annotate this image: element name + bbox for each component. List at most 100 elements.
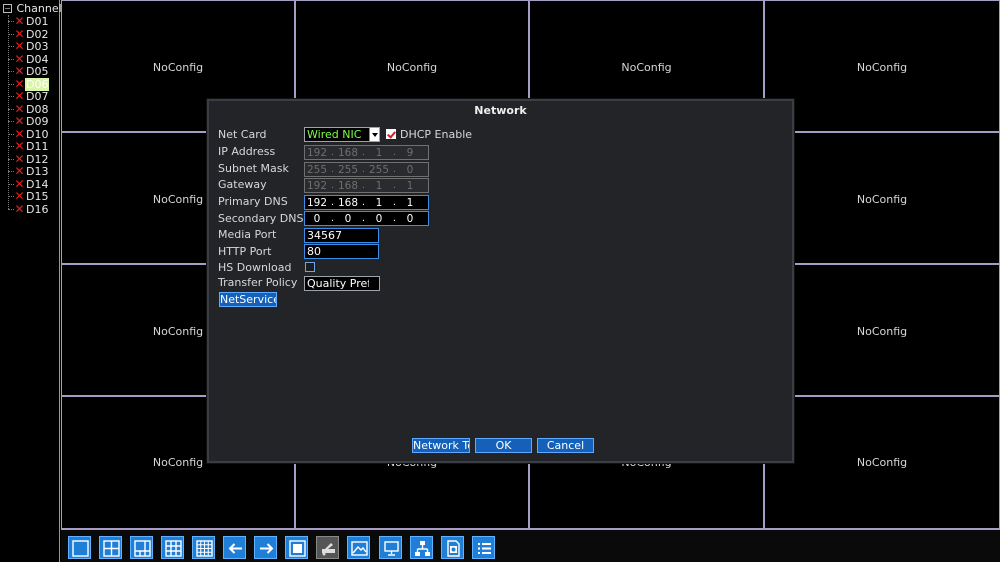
ip-octet[interactable]: 0 bbox=[398, 164, 422, 176]
channel-item-d13[interactable]: ✕D13 bbox=[8, 165, 49, 178]
channel-item-d11[interactable]: ✕D11 bbox=[8, 140, 49, 153]
video-cell[interactable]: NoConfig bbox=[764, 132, 1000, 264]
x-icon: ✕ bbox=[14, 76, 25, 91]
channel-item-d01[interactable]: ✕D01 bbox=[8, 15, 49, 28]
single-view-button[interactable] bbox=[68, 536, 91, 559]
fullscreen-button[interactable] bbox=[285, 536, 308, 559]
next-arrow-button[interactable] bbox=[254, 536, 277, 559]
ip-octet[interactable]: 0 bbox=[367, 213, 391, 225]
previous-arrow-button[interactable] bbox=[223, 536, 246, 559]
media-port-input[interactable]: 34567 bbox=[304, 228, 379, 243]
ip-octet[interactable]: 1 bbox=[367, 147, 391, 159]
x-icon: ✕ bbox=[14, 51, 25, 66]
sixteen-view-icon bbox=[196, 540, 213, 557]
network-test-button[interactable]: Network Tes bbox=[412, 438, 470, 453]
dhcp-enable-label: DHCP Enable bbox=[400, 128, 473, 141]
channel-item-d16[interactable]: ✕D16 bbox=[8, 203, 49, 215]
subnet-mask-field[interactable]: 255. 255. 255. 0 bbox=[304, 162, 429, 177]
ip-dot: . bbox=[392, 180, 397, 191]
dhcp-enable-checkbox[interactable] bbox=[386, 129, 396, 139]
channel-item-d07[interactable]: ✕D07 bbox=[8, 89, 49, 103]
channel-item-d05[interactable]: ✕D05 bbox=[8, 65, 49, 78]
single-view-icon bbox=[72, 540, 89, 557]
ip-dot: . bbox=[361, 164, 366, 175]
ip-octet[interactable]: 1 bbox=[398, 197, 422, 209]
channel-item-d02[interactable]: ✕D02 bbox=[8, 28, 49, 40]
video-cell[interactable]: NoConfig bbox=[764, 396, 1000, 529]
ip-dot: . bbox=[330, 213, 335, 224]
ip-octet[interactable]: 168 bbox=[336, 147, 360, 159]
channel-label: D16 bbox=[26, 202, 49, 216]
channel-item-d04[interactable]: ✕D04 bbox=[8, 53, 49, 65]
noconfig-label: NoConfig bbox=[856, 325, 908, 338]
ip-octet[interactable]: 1 bbox=[398, 180, 422, 192]
channel-item-d15[interactable]: ✕D15 bbox=[8, 190, 49, 203]
ip-octet[interactable]: 255 bbox=[367, 164, 391, 176]
gateway-field[interactable]: 192. 168. 1. 1 bbox=[304, 178, 429, 193]
netservice-button[interactable]: NetService bbox=[219, 292, 277, 307]
channel-tree-root[interactable]: − Channel bbox=[3, 2, 62, 15]
ip-octet[interactable]: 9 bbox=[398, 147, 422, 159]
six-view-button[interactable] bbox=[130, 536, 153, 559]
http-port-input[interactable]: 80 bbox=[304, 244, 379, 259]
net-card-select[interactable]: Wired NIC bbox=[304, 127, 380, 142]
ip-octet[interactable]: 1 bbox=[367, 180, 391, 192]
ip-octet[interactable]: 168 bbox=[336, 180, 360, 192]
quad-view-button[interactable] bbox=[99, 536, 122, 559]
record-file-button[interactable] bbox=[441, 536, 464, 559]
nine-view-button[interactable] bbox=[161, 536, 184, 559]
ip-octet[interactable]: 0 bbox=[305, 213, 329, 225]
sixteen-view-button[interactable] bbox=[192, 536, 215, 559]
channel-item-d06[interactable]: ✕D06 bbox=[8, 76, 50, 91]
subnet-mask-label: Subnet Mask bbox=[218, 162, 289, 175]
chevron-down-icon[interactable] bbox=[369, 277, 379, 290]
channel-label: D02 bbox=[26, 27, 49, 41]
primary-dns-field[interactable]: 192. 168. 1. 1 bbox=[304, 195, 429, 210]
video-cell[interactable]: NoConfig bbox=[764, 0, 1000, 132]
ip-octet[interactable]: 1 bbox=[367, 197, 391, 209]
ip-octet[interactable]: 192 bbox=[305, 197, 329, 209]
x-icon: ✕ bbox=[14, 89, 25, 103]
channel-item-d14[interactable]: ✕D14 bbox=[8, 178, 49, 190]
image-icon bbox=[351, 541, 368, 556]
secondary-dns-field[interactable]: 0.0.0.0 bbox=[304, 211, 429, 226]
transfer-policy-select[interactable]: Quality Prefe bbox=[304, 276, 380, 291]
network-button[interactable] bbox=[410, 536, 433, 559]
channel-item-d03[interactable]: ✕D03 bbox=[8, 40, 49, 53]
channel-label: D03 bbox=[26, 40, 49, 53]
menu-list-button[interactable] bbox=[472, 536, 495, 559]
cancel-button[interactable]: Cancel bbox=[537, 438, 594, 453]
ip-octet[interactable]: 168 bbox=[336, 197, 360, 209]
collapse-icon[interactable]: − bbox=[3, 4, 12, 13]
ip-octet[interactable]: 192 bbox=[305, 180, 329, 192]
ip-dot: . bbox=[330, 147, 335, 158]
six-view-icon bbox=[134, 540, 151, 557]
ip-octet[interactable]: 0 bbox=[336, 213, 360, 225]
ptz-button[interactable] bbox=[316, 536, 339, 559]
ok-button[interactable]: OK bbox=[475, 438, 532, 453]
transfer-policy-value: Quality Prefe bbox=[307, 277, 371, 290]
network-dialog: Network Net Card Wired NIC DHCP Enable I… bbox=[207, 99, 794, 463]
ip-dot: . bbox=[361, 147, 366, 158]
http-port-label: HTTP Port bbox=[218, 245, 272, 258]
net-card-value: Wired NIC bbox=[307, 128, 362, 141]
channel-item-d09[interactable]: ✕D09 bbox=[8, 115, 49, 128]
channel-item-d12[interactable]: ✕D12 bbox=[8, 153, 49, 165]
image-button[interactable] bbox=[347, 536, 370, 559]
ip-dot: . bbox=[392, 197, 397, 208]
hs-download-label: HS Download bbox=[218, 261, 292, 274]
ip-octet[interactable]: 192 bbox=[305, 147, 329, 159]
ip-octet[interactable]: 255 bbox=[336, 164, 360, 176]
x-icon: ✕ bbox=[14, 151, 25, 166]
ip-octet[interactable]: 255 bbox=[305, 164, 329, 176]
hs-download-checkbox[interactable] bbox=[305, 262, 315, 272]
channel-item-d08[interactable]: ✕D08 bbox=[8, 103, 49, 115]
ip-address-field[interactable]: 192. 168. 1. 9 bbox=[304, 145, 429, 160]
video-cell[interactable]: NoConfig bbox=[764, 264, 1000, 396]
channel-label: D08 bbox=[26, 102, 49, 116]
chevron-down-icon[interactable] bbox=[369, 128, 379, 141]
channel-item-d10[interactable]: ✕D10 bbox=[8, 128, 49, 140]
ptz-icon bbox=[322, 543, 335, 556]
ip-octet[interactable]: 0 bbox=[398, 213, 422, 225]
monitor-button[interactable] bbox=[379, 536, 402, 559]
